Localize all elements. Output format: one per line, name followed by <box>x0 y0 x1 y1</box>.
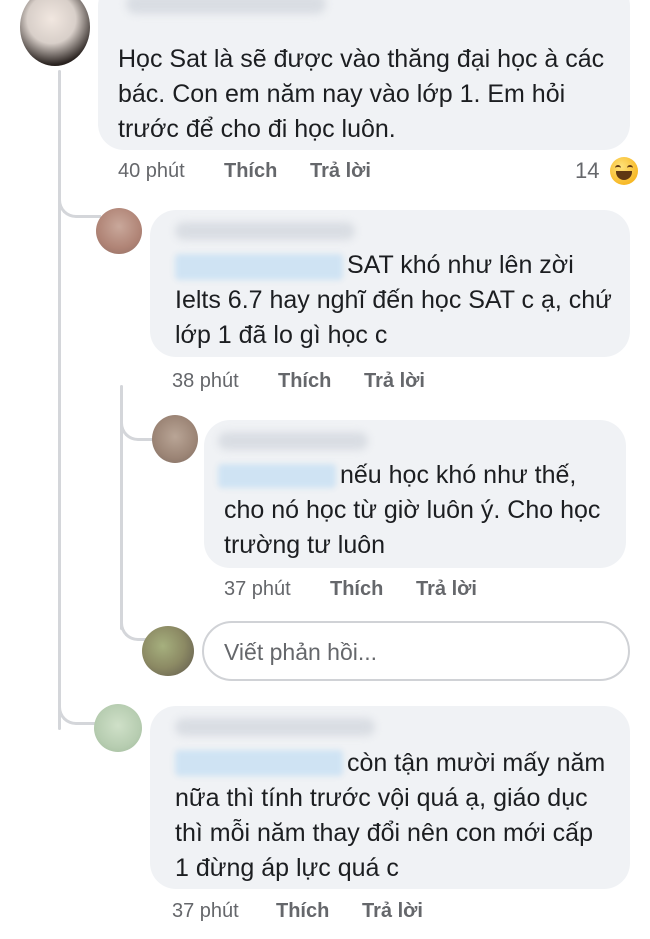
comment-text-line: SAT khó như lên zời <box>347 251 574 279</box>
like-button[interactable]: Thích <box>224 160 277 183</box>
comment-timestamp[interactable]: 40 phút <box>118 160 185 183</box>
comment-timestamp[interactable]: 37 phút <box>224 578 291 601</box>
comment-bubble-3: nếu học khó như thế, cho nó học từ giờ l… <box>204 420 626 568</box>
reply-input-placeholder: Viết phản hồi... <box>224 639 378 665</box>
commenter-name-redacted <box>175 718 375 736</box>
laughing-emoji-icon[interactable] <box>610 157 638 185</box>
comment-text-line: nữa thì tính trước vội quá ạ, giáo dục <box>175 784 588 812</box>
avatar[interactable] <box>152 415 198 463</box>
comment-text-line: cho nó học từ giờ luôn ý. Cho học <box>224 496 601 524</box>
like-button[interactable]: Thích <box>278 370 331 393</box>
reply-button[interactable]: Trả lời <box>310 160 371 183</box>
reply-button[interactable]: Trả lời <box>362 900 423 923</box>
avatar[interactable] <box>94 704 142 752</box>
thread-curve-3 <box>120 610 147 641</box>
commenter-name-redacted <box>175 222 355 240</box>
comment-meta-4: 37 phút Thích Trả lời <box>172 900 572 926</box>
comment-bubble-2: SAT khó như lên zời Ielts 6.7 hay nghĩ đ… <box>150 210 630 357</box>
commenter-name-redacted <box>126 0 326 14</box>
comment-text-line: lớp 1 đã lo gì học c <box>175 321 388 349</box>
comment-text-line: Ielts 6.7 hay nghĩ đến học SAT c ạ, chứ <box>175 286 612 314</box>
comment-timestamp[interactable]: 38 phút <box>172 370 239 393</box>
like-button[interactable]: Thích <box>276 900 329 923</box>
thread-curve-1 <box>58 180 101 218</box>
comment-timestamp[interactable]: 37 phút <box>172 900 239 923</box>
like-button[interactable]: Thích <box>330 578 383 601</box>
comment-text-line: nếu học khó như thế, <box>340 461 577 489</box>
tagged-name-redacted <box>175 254 343 280</box>
comment-text-line: 1 đừng áp lực quá c <box>175 854 399 882</box>
current-user-avatar <box>142 626 194 676</box>
avatar[interactable] <box>96 208 142 254</box>
avatar[interactable] <box>20 0 90 66</box>
comment-bubble-4: còn tận mười mấy năm nữa thì tính trước … <box>150 706 630 889</box>
reply-button[interactable]: Trả lời <box>364 370 425 393</box>
comment-text-line: bác. Con em năm nay vào lớp 1. Em hỏi <box>118 80 566 108</box>
comment-text-line: trước để cho đi học luôn. <box>118 115 396 143</box>
comment-text-line: trường tư luôn <box>224 531 386 559</box>
tagged-name-redacted <box>218 464 336 488</box>
reply-input[interactable]: Viết phản hồi... <box>202 621 630 681</box>
tagged-name-redacted <box>175 750 343 776</box>
reply-button[interactable]: Trả lời <box>416 578 477 601</box>
comment-text-line: còn tận mười mấy năm <box>347 749 606 777</box>
reaction-count[interactable]: 14 <box>575 158 599 184</box>
comment-text-line: Học Sat là sẽ được vào thăng đại học à c… <box>118 45 605 73</box>
comment-text-line: thì mỗi năm thay đổi nên con mới cấp <box>175 819 593 847</box>
comment-meta-2: 38 phút Thích Trả lời <box>172 370 572 396</box>
thread-line-main <box>58 70 61 730</box>
comment-meta-3: 37 phút Thích Trả lời <box>224 578 624 604</box>
comment-meta-1: 40 phút Thích Trả lời <box>118 160 518 186</box>
comment-bubble-1: Học Sat là sẽ được vào thăng đại học à c… <box>98 0 630 150</box>
commenter-name-redacted <box>218 432 368 450</box>
